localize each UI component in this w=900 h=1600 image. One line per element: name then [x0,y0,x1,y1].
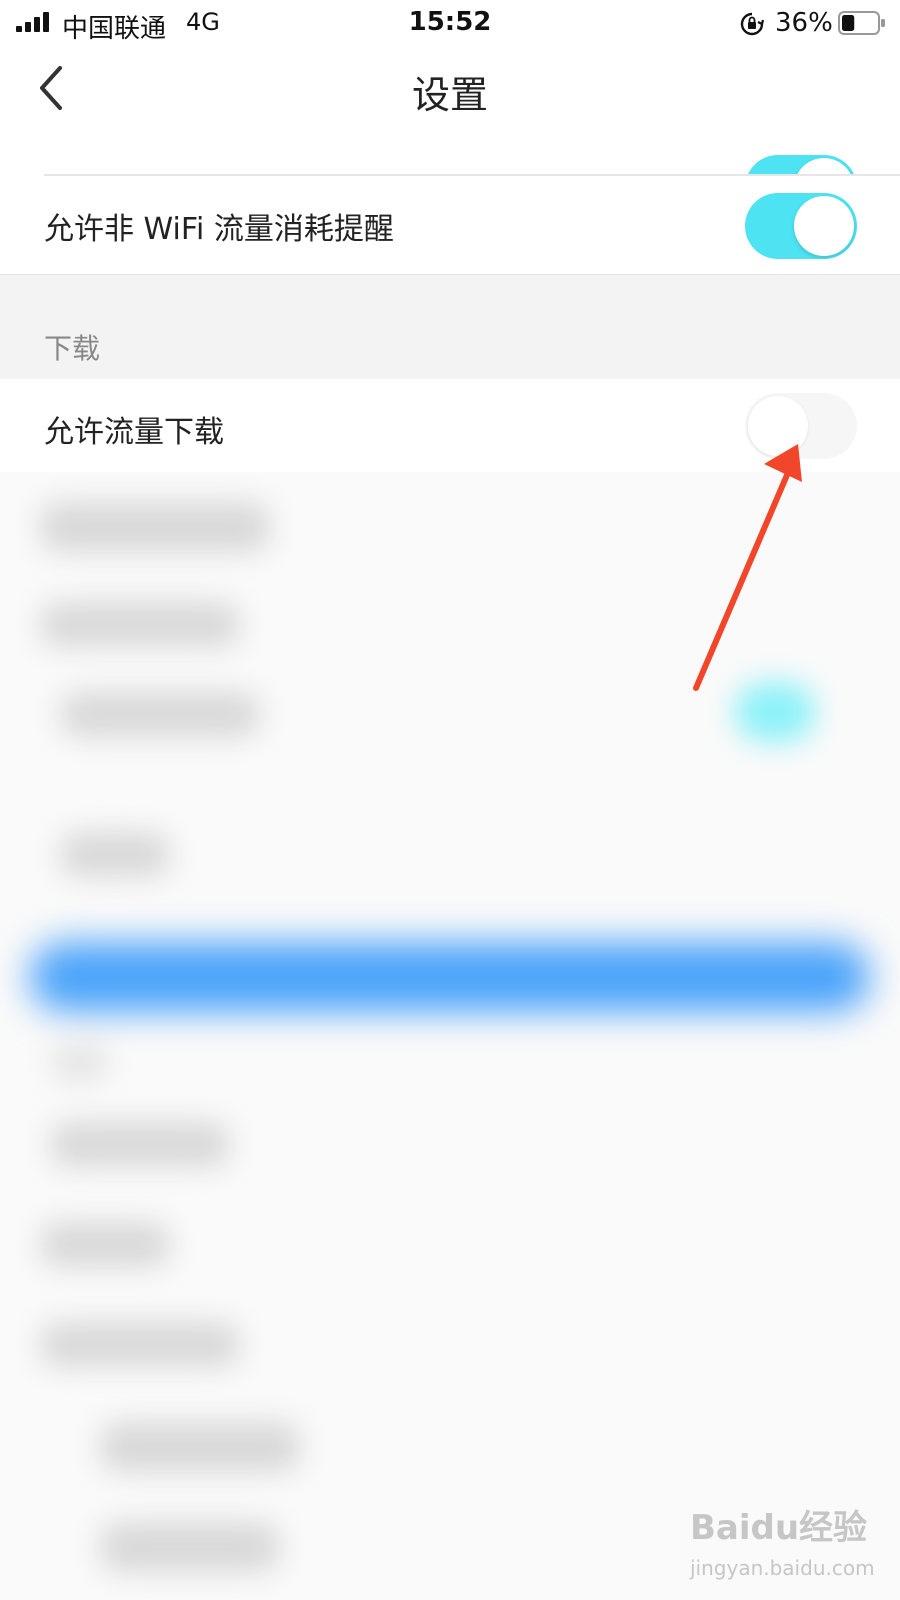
blurred-action-button [30,942,870,1012]
wifi-reminder-label: 允许非 WiFi 流量消耗提醒 [44,212,394,247]
partial-setting-row [0,138,900,221]
blurred-row [60,692,260,737]
blurred-row [40,502,270,552]
section-download: 下载 [0,274,900,380]
blurred-row [40,1322,240,1367]
setting-row-wifi-reminder: 允许非 WiFi 流量消耗提醒 [0,176,900,274]
blurred-row [40,1222,170,1267]
battery-percent: 36% [775,8,833,38]
rotation-lock-icon [740,12,764,36]
annotation-arrow [693,444,802,691]
status-bar: 中国联通 4G 15:52 36% [0,0,900,46]
section-header-download: 下载 [44,332,101,365]
blurred-row [100,1522,280,1572]
blurred-row [50,1122,230,1167]
page-title: 设置 [411,73,488,117]
baidu-watermark: Baidu经验 jingyan.baidu.com [690,1500,890,1590]
status-time: 15:52 [408,7,492,37]
wifi-reminder-toggle[interactable] [745,193,857,259]
battery-icon [838,11,885,35]
watermark-logo: Baidu经验 [690,1508,868,1548]
toggle-knob [794,196,854,256]
allow-data-download-label: 允许流量下载 [44,415,224,450]
blurred-row [50,1042,110,1082]
blurred-row [60,832,170,877]
navigation-bar: 设置 [0,46,900,139]
watermark-url: jingyan.baidu.com [690,1556,875,1580]
blurred-row [100,1422,300,1472]
blurred-row [40,602,240,647]
